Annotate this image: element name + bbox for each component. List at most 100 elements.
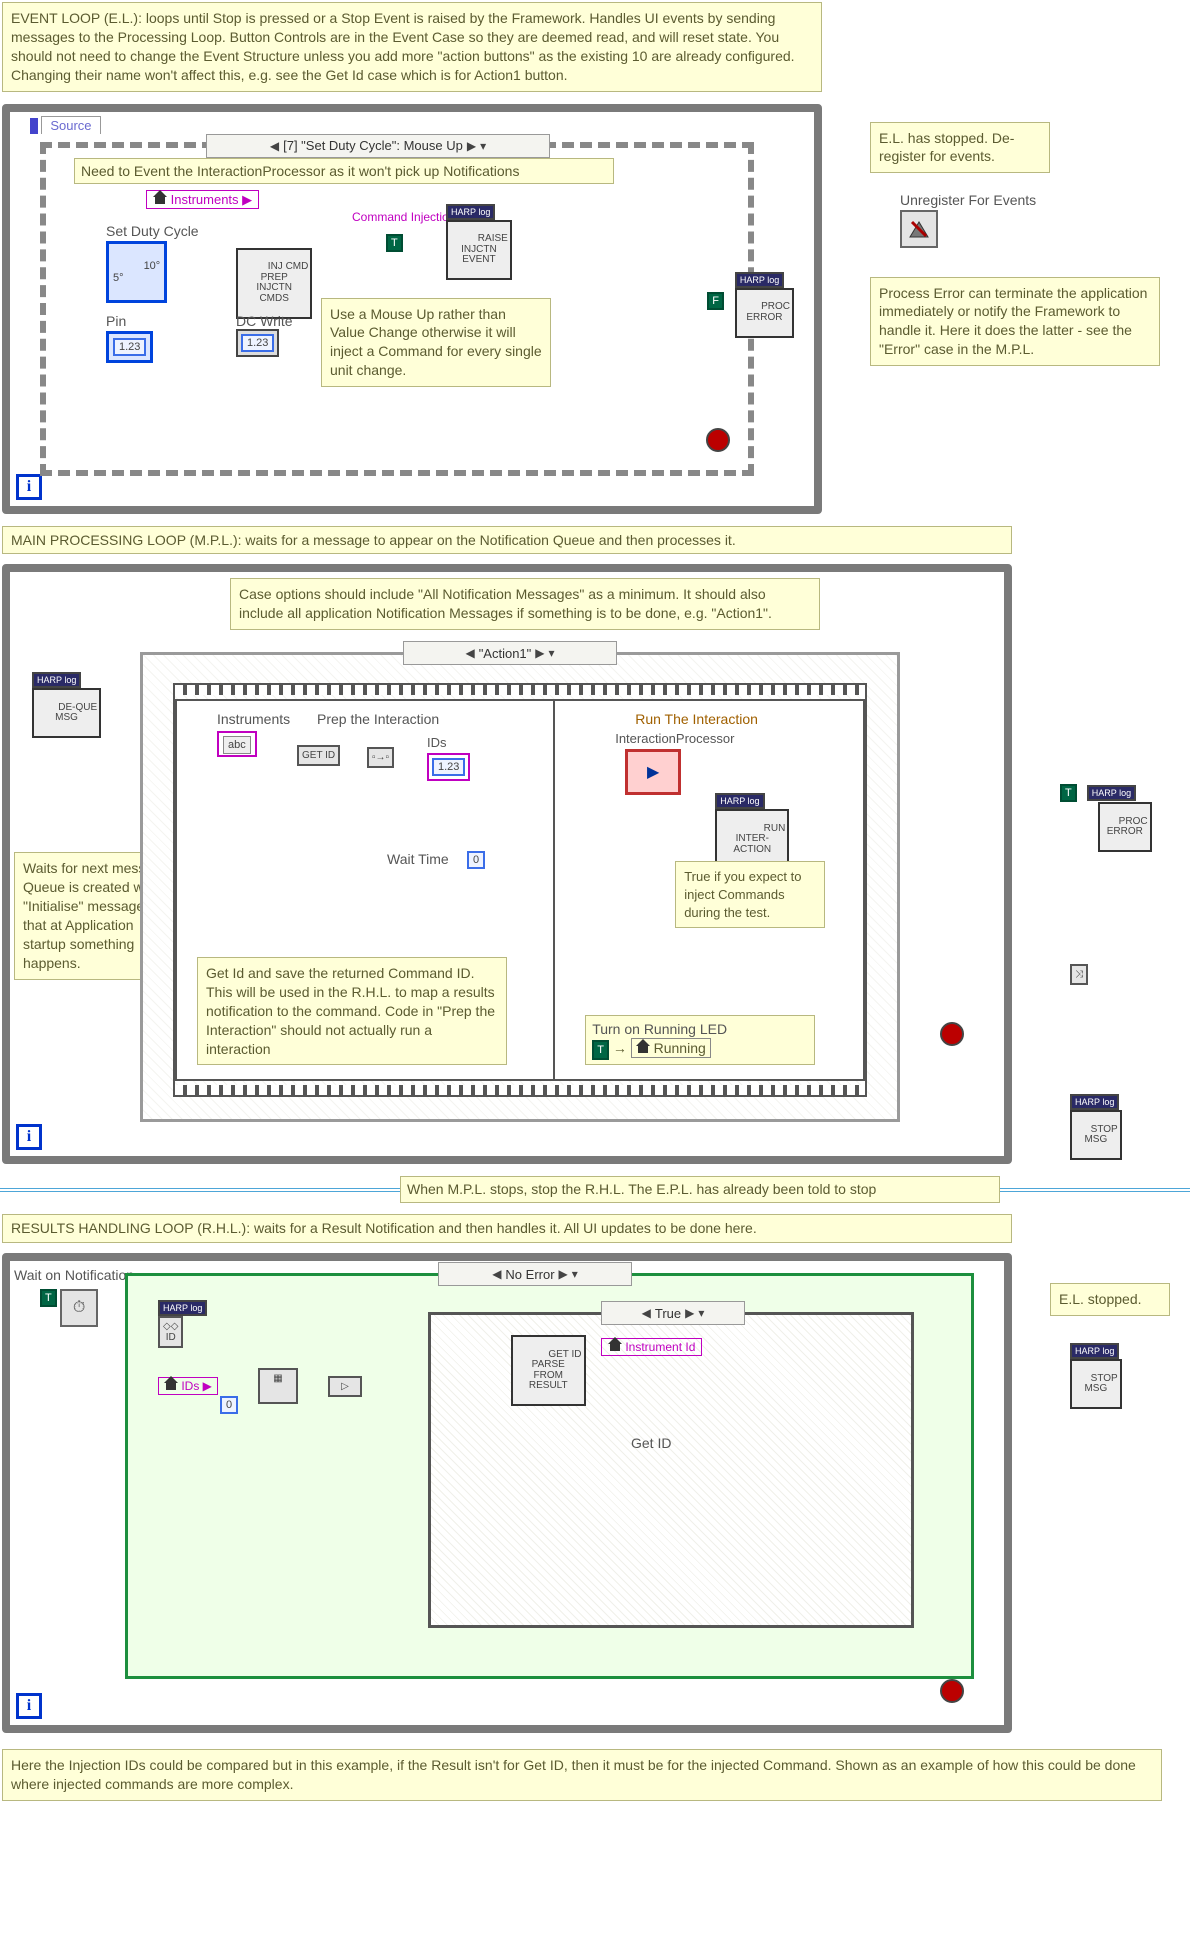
- mouseup-note: Use a Mouse Up rather than Value Change …: [321, 298, 551, 388]
- interaction-note: Need to Event the InteractionProcessor a…: [74, 158, 614, 185]
- proc-error-node: PROC ERROR: [735, 288, 794, 338]
- iproc-label: InteractionProcessor: [615, 731, 734, 746]
- flat-sequence: Instruments abc Prep the Interaction GET…: [173, 683, 867, 1097]
- process-error-note: Process Error can terminate the applicat…: [870, 277, 1160, 367]
- bool-t: T: [386, 234, 403, 252]
- prev-case-icon[interactable]: ◀: [642, 1306, 651, 1320]
- rhl-header-note: RESULTS HANDLING LOOP (R.H.L.): waits fo…: [2, 1214, 1012, 1243]
- rhl-case-structure: ◀ No Error ▶ ▾ HARP log ◇◇ID IDs ▶ ▦ 0: [125, 1273, 974, 1679]
- inj-cmd-node: INJ CMD PREP INJCTN CMDS: [236, 248, 312, 319]
- rhl-frame: i Wait on Notification T ⏱ ◀ No Error ▶ …: [2, 1253, 1012, 1733]
- wait-time-value[interactable]: 0: [467, 851, 485, 869]
- ids-indicator: 1.23: [427, 753, 470, 781]
- harp-log-icon: HARP log: [32, 672, 81, 688]
- stop-terminal-icon: [706, 428, 730, 452]
- case-dropdown-icon[interactable]: ▾: [698, 1306, 704, 1320]
- stop-msg-node: STOP MSG: [1070, 1110, 1122, 1160]
- interaction-processor-node: ▶: [625, 749, 681, 795]
- event-loop-frame: i Source ◀ [7] "Set Duty Cycle": Mouse U…: [2, 104, 822, 514]
- next-case-icon[interactable]: ▶: [467, 139, 476, 153]
- rhl-inner-case-title: True: [655, 1306, 681, 1321]
- next-case-icon[interactable]: ▶: [685, 1306, 694, 1320]
- event-structure: ◀ [7] "Set Duty Cycle": Mouse Up ▶ ▾ Nee…: [40, 142, 754, 476]
- harp-log-icon: HARP log: [1070, 1343, 1119, 1359]
- event-loop-header-note: EVENT LOOP (E.L.): loops until Stop is p…: [2, 2, 822, 92]
- rhl-inner-case-selector[interactable]: ◀ True ▶ ▾: [601, 1301, 745, 1325]
- harp-log-icon: HARP log: [1087, 785, 1136, 801]
- wait-notification-label: Wait on Notification: [14, 1267, 134, 1283]
- next-case-icon[interactable]: ▶: [535, 646, 544, 660]
- rhl-case-selector[interactable]: ◀ No Error ▶ ▾: [438, 1262, 632, 1286]
- wait-notification-node: ⏱: [60, 1289, 98, 1327]
- getid-parse-node: GET ID PARSE FROM RESULT: [511, 1335, 586, 1406]
- case-dropdown-icon[interactable]: ▾: [480, 139, 486, 153]
- mpl-case-title: "Action1": [479, 646, 532, 661]
- index-array-node: ▦: [258, 1368, 298, 1404]
- info-icon: i: [16, 1693, 42, 1719]
- instruments-label: Instruments: [217, 711, 290, 727]
- case-dropdown-icon[interactable]: ▾: [549, 646, 555, 660]
- stop-terminal-icon: [940, 1022, 964, 1046]
- run-interaction-label: Run The Interaction: [635, 711, 758, 727]
- zero-const: 0: [220, 1396, 238, 1414]
- set-duty-cycle-control[interactable]: 10° 5°: [106, 241, 167, 303]
- prev-case-icon[interactable]: ◀: [465, 646, 474, 660]
- harp-log-icon: HARP log: [715, 793, 764, 809]
- set-duty-cycle-label: Set Duty Cycle: [106, 223, 199, 239]
- prep-interaction-label: Prep the Interaction: [317, 711, 439, 727]
- turn-on-led-note: Turn on Running LED T → Running: [585, 1015, 815, 1066]
- harp-log-icon: HARP log: [158, 1300, 207, 1316]
- rhl-el-stopped-note: E.L. stopped.: [1050, 1283, 1170, 1316]
- dc-write-label: DC Write: [236, 313, 293, 329]
- event-case-title: [7] "Set Duty Cycle": Mouse Up: [283, 138, 463, 153]
- stop-terminal-icon: [940, 1679, 964, 1703]
- house-icon: [153, 190, 167, 204]
- house-icon: [608, 1337, 622, 1351]
- prev-case-icon[interactable]: ◀: [270, 139, 279, 153]
- get-id-label: Get ID: [631, 1435, 671, 1451]
- mpl-case-note: Case options should include "All Notific…: [230, 578, 820, 630]
- case-dropdown-icon[interactable]: ▾: [572, 1267, 578, 1281]
- unregister-events-node: [900, 210, 938, 248]
- harp-log-icon: HARP log: [735, 272, 784, 288]
- unregister-label: Unregister For Events: [900, 192, 1036, 208]
- ids-label: IDs: [427, 735, 447, 750]
- house-icon: [164, 1376, 178, 1390]
- ids-local: IDs ▶: [158, 1377, 218, 1395]
- info-icon: i: [16, 1124, 42, 1150]
- rhl-case-title: No Error: [505, 1267, 554, 1282]
- bool-t: T: [1060, 784, 1077, 802]
- prev-case-icon[interactable]: ◀: [492, 1267, 501, 1281]
- event-loop-header-text: EVENT LOOP (E.L.): loops until Stop is p…: [11, 10, 795, 83]
- source-tab[interactable]: Source: [41, 116, 100, 134]
- next-case-icon[interactable]: ▶: [559, 1267, 568, 1281]
- bool-f: F: [707, 292, 724, 310]
- wait-time-label: Wait Time: [387, 851, 449, 867]
- bool-t: T: [40, 1289, 57, 1307]
- harp-log-icon: HARP log: [1070, 1094, 1119, 1110]
- house-icon: [636, 1039, 650, 1053]
- mpl-case-selector[interactable]: ◀ "Action1" ▶ ▾: [403, 641, 617, 665]
- merge-errors-node: ⤨: [1070, 964, 1088, 985]
- divider-note: When M.P.L. stops, stop the R.H.L. The E…: [400, 1176, 1000, 1203]
- stop-msg-node: STOP MSG: [1070, 1359, 1122, 1409]
- instruments-control[interactable]: abc: [217, 731, 257, 757]
- concat-node: ▫→▫: [367, 747, 394, 768]
- id-node: ◇◇ID: [158, 1316, 183, 1348]
- compare-node: ▷: [328, 1376, 362, 1397]
- getid-node: GET ID: [297, 745, 340, 766]
- harp-log-icon: HARP log: [446, 204, 495, 220]
- dc-write-indicator: 1.23: [236, 329, 279, 357]
- footer-note: Here the Injection IDs could be compared…: [2, 1749, 1162, 1801]
- command-injection-label: Command Injection: [346, 208, 461, 226]
- pin-label: Pin: [106, 313, 153, 329]
- mpl-frame: i Case options should include "All Notif…: [2, 564, 1012, 1164]
- inject-note: True if you expect to inject Commands du…: [675, 861, 825, 928]
- instrument-id-local: Instrument Id: [601, 1338, 702, 1356]
- mpl-case-structure: ◀ "Action1" ▶ ▾ Instruments abc Prep the…: [140, 652, 900, 1122]
- event-case-selector[interactable]: ◀ [7] "Set Duty Cycle": Mouse Up ▶ ▾: [206, 134, 550, 158]
- info-icon: i: [16, 474, 42, 500]
- instruments-local: Instruments ▶: [146, 190, 259, 209]
- raise-inject-event-node: RAISE INJCTN EVENT: [446, 220, 512, 281]
- pin-control[interactable]: 1.23: [106, 331, 153, 363]
